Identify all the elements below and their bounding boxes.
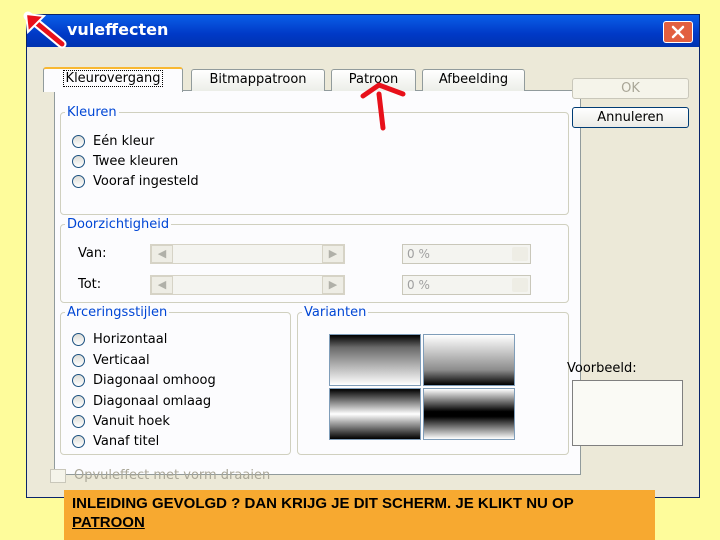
- spinner-arrows-icon[interactable]: [512, 247, 528, 261]
- dialog-title: vuleffecten: [67, 20, 169, 39]
- varianten-legend: Varianten: [304, 305, 367, 320]
- doorzichtigheid-group: Doorzichtigheid Van: ◀ ▶ 0 % Tot: ◀ ▶ 0 …: [60, 217, 569, 303]
- radio-circle[interactable]: [72, 175, 85, 188]
- slider-right-icon[interactable]: ▶: [322, 276, 344, 294]
- tab-label: Afbeelding: [438, 72, 509, 87]
- tab-label: Kleurovergang: [62, 70, 164, 87]
- kleuren-group: Kleuren Eén kleur Twee kleuren Vooraf in…: [60, 105, 569, 215]
- radio-diagonaal-omlaag[interactable]: Diagonaal omlaag: [72, 394, 211, 409]
- tot-slider[interactable]: ◀ ▶: [150, 275, 345, 295]
- tab-kleurovergang[interactable]: Kleurovergang: [43, 67, 183, 92]
- radio-label: Vooraf ingesteld: [93, 174, 199, 189]
- tab-label: Bitmappatroon: [209, 72, 307, 87]
- tab-panel-kleurovergang: Kleuren Eén kleur Twee kleuren Vooraf in…: [54, 90, 581, 475]
- cancel-button[interactable]: Annuleren: [572, 107, 689, 128]
- variant-4[interactable]: [423, 388, 515, 440]
- caption-box: INLEIDING GEVOLGD ? DAN KRIJG JE DIT SCH…: [64, 490, 655, 540]
- slider-left-icon[interactable]: ◀: [151, 276, 173, 294]
- radio-diagonaal-omhoog[interactable]: Diagonaal omhoog: [72, 373, 216, 388]
- variant-1[interactable]: [329, 334, 421, 386]
- radio-label: Diagonaal omhoog: [93, 373, 216, 388]
- caption-link: PATROON: [72, 514, 145, 531]
- caption-text: INLEIDING GEVOLGD ? DAN KRIJG JE DIT SCH…: [72, 495, 574, 512]
- radio-label: Twee kleuren: [93, 154, 179, 169]
- close-icon: [671, 25, 685, 39]
- ok-button[interactable]: OK: [572, 78, 689, 99]
- rotate-checkbox-row[interactable]: Opvuleffect met vorm draaien: [50, 468, 270, 483]
- slider-right-icon[interactable]: ▶: [322, 245, 344, 263]
- radio-vanuit-hoek[interactable]: Vanuit hoek: [72, 414, 170, 429]
- radio-verticaal[interactable]: Verticaal: [72, 353, 150, 368]
- radio-vanaf-titel[interactable]: Vanaf titel: [72, 434, 159, 449]
- varianten-group: Varianten: [297, 305, 569, 455]
- preview-label: Voorbeeld:: [567, 361, 637, 376]
- tot-value: 0 %: [407, 278, 430, 292]
- rotate-checkbox[interactable]: [50, 468, 66, 483]
- radio-circle[interactable]: [72, 415, 85, 428]
- variant-3[interactable]: [329, 388, 421, 440]
- radio-circle[interactable]: [72, 395, 85, 408]
- doorzichtigheid-legend: Doorzichtigheid: [67, 217, 170, 232]
- tot-label: Tot:: [78, 277, 102, 292]
- radio-label: Verticaal: [93, 353, 150, 368]
- van-spinner[interactable]: 0 %: [402, 244, 531, 264]
- radio-twee-kleuren[interactable]: Twee kleuren: [72, 154, 178, 169]
- spinner-arrows-icon[interactable]: [512, 278, 528, 292]
- rotate-label: Opvuleffect met vorm draaien: [74, 468, 271, 483]
- arcering-legend: Arceringsstijlen: [67, 305, 168, 320]
- arcering-group: Arceringsstijlen Horizontaal Verticaal D…: [60, 305, 291, 455]
- title-bar[interactable]: vuleffecten: [27, 15, 699, 47]
- tab-afbeelding[interactable]: Afbeelding: [422, 69, 525, 91]
- slider-left-icon[interactable]: ◀: [151, 245, 173, 263]
- radio-circle[interactable]: [72, 435, 85, 448]
- radio-circle[interactable]: [72, 374, 85, 387]
- radio-label: Horizontaal: [93, 332, 168, 347]
- radio-circle[interactable]: [72, 155, 85, 168]
- radio-circle[interactable]: [72, 354, 85, 367]
- radio-horizontaal[interactable]: Horizontaal: [72, 332, 167, 347]
- van-slider[interactable]: ◀ ▶: [150, 244, 345, 264]
- tab-bitmappatroon[interactable]: Bitmappatroon: [191, 69, 325, 91]
- radio-label: Vanaf titel: [93, 434, 160, 449]
- van-label: Van:: [78, 246, 107, 261]
- tot-spinner[interactable]: 0 %: [402, 275, 531, 295]
- annotation-arrow-icon: [23, 11, 67, 49]
- radio-label: Diagonaal omlaag: [93, 394, 212, 409]
- preview-box: [572, 380, 683, 446]
- radio-circle[interactable]: [72, 135, 85, 148]
- radio-vooraf-ingesteld[interactable]: Vooraf ingesteld: [72, 174, 199, 189]
- close-button[interactable]: [663, 21, 693, 43]
- radio-label: Vanuit hoek: [93, 414, 170, 429]
- radio-een-kleur[interactable]: Eén kleur: [72, 134, 154, 149]
- annotation-arrow-patroon-icon: [360, 82, 406, 131]
- van-value: 0 %: [407, 247, 430, 261]
- variant-2[interactable]: [423, 334, 515, 386]
- radio-circle[interactable]: [72, 333, 85, 346]
- radio-label: Eén kleur: [93, 134, 155, 149]
- kleuren-legend: Kleuren: [67, 105, 117, 120]
